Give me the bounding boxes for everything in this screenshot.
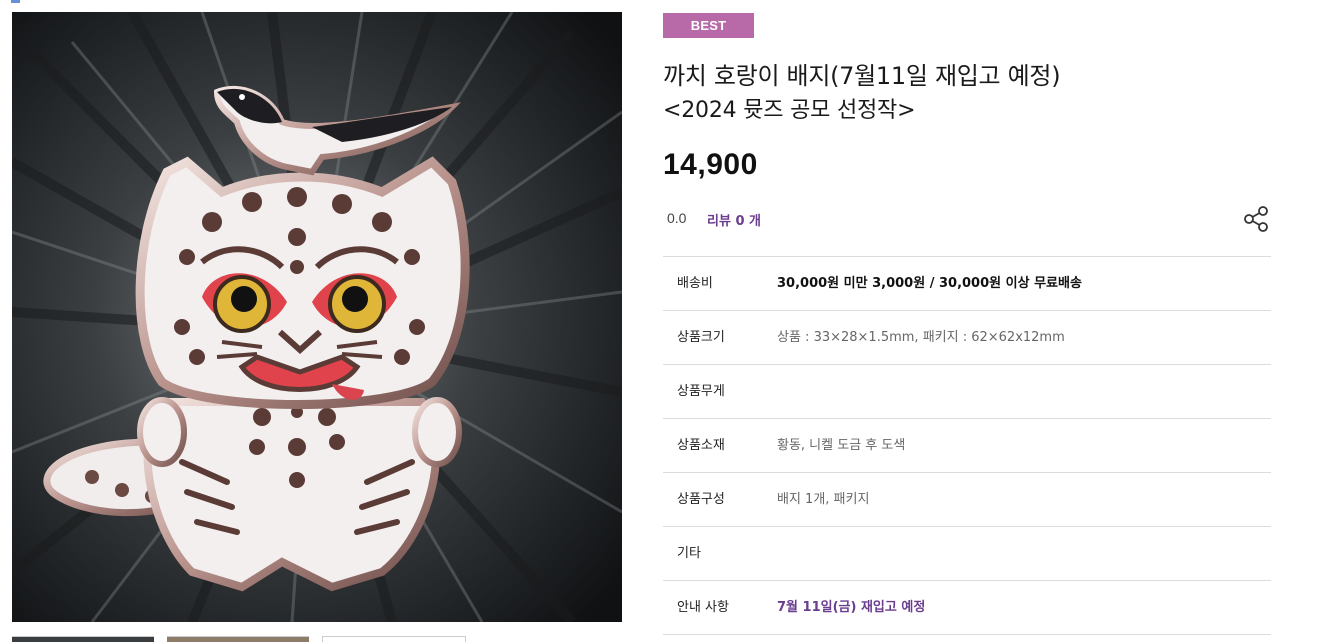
share-icon[interactable] <box>1241 204 1271 234</box>
tiger-badge-illustration <box>12 12 622 622</box>
spec-row-material: 상품소재 황동, 니켈 도금 후 도색 <box>663 418 1271 472</box>
rating-row: 0.0 리뷰 0 개 <box>663 204 1271 234</box>
spec-row-shipping: 배송비 30,000원 미만 3,000원 / 30,000원 이상 무료배송 <box>663 256 1271 310</box>
thumbnail-2[interactable] <box>167 636 309 642</box>
spec-label: 상품소재 <box>677 438 725 453</box>
product-subtitle: <2024 뮷즈 공모 선정작> <box>663 98 916 123</box>
spec-value: 상품 : 33×28×1.5mm, 패키지 : 62×62x12mm <box>777 330 1065 345</box>
review-count-link[interactable]: 리뷰 0 개 <box>707 210 761 229</box>
spec-value: 황동, 니켈 도금 후 도색 <box>777 438 906 453</box>
best-badge: BEST <box>663 13 754 38</box>
spec-row-composition: 상품구성 배지 1개, 패키지 <box>663 472 1271 526</box>
thumbnail-1[interactable] <box>12 636 154 642</box>
product-main-image[interactable] <box>12 12 622 622</box>
product-info-panel: BEST 까치 호랑이 배지(7월11일 재입고 예정) <2024 뮷즈 공모… <box>663 0 1271 642</box>
spec-label: 안내 사항 <box>677 600 729 615</box>
spec-label: 상품무게 <box>677 384 725 399</box>
product-detail-page: BEST 까치 호랑이 배지(7월11일 재입고 예정) <2024 뮷즈 공모… <box>0 0 1328 642</box>
spec-label: 배송비 <box>677 276 713 291</box>
product-title: 까치 호랑이 배지(7월11일 재입고 예정) <box>663 62 1061 90</box>
corner-indicator <box>11 0 20 3</box>
product-price: 14,900 <box>663 148 758 181</box>
share-icon-graphic <box>1244 206 1268 232</box>
rating-value: 0.0 <box>667 210 687 226</box>
spec-label: 기타 <box>677 546 701 561</box>
spec-row-etc: 기타 <box>663 526 1271 580</box>
spec-label: 상품크기 <box>677 330 725 345</box>
spec-row-weight: 상품무게 <box>663 364 1271 418</box>
spec-row-size: 상품크기 상품 : 33×28×1.5mm, 패키지 : 62×62x12mm <box>663 310 1271 364</box>
spec-row-notice: 안내 사항 7월 11일(금) 재입고 예정 <box>663 580 1271 635</box>
spec-value: 7월 11일(금) 재입고 예정 <box>777 600 926 615</box>
spec-value: 배지 1개, 패키지 <box>777 492 870 507</box>
spec-value: 30,000원 미만 3,000원 / 30,000원 이상 무료배송 <box>777 276 1082 291</box>
product-spec-table: 배송비 30,000원 미만 3,000원 / 30,000원 이상 무료배송 … <box>663 256 1271 635</box>
thumbnail-3[interactable] <box>322 636 466 642</box>
thumbnail-strip <box>12 636 472 642</box>
spec-label: 상품구성 <box>677 492 725 507</box>
